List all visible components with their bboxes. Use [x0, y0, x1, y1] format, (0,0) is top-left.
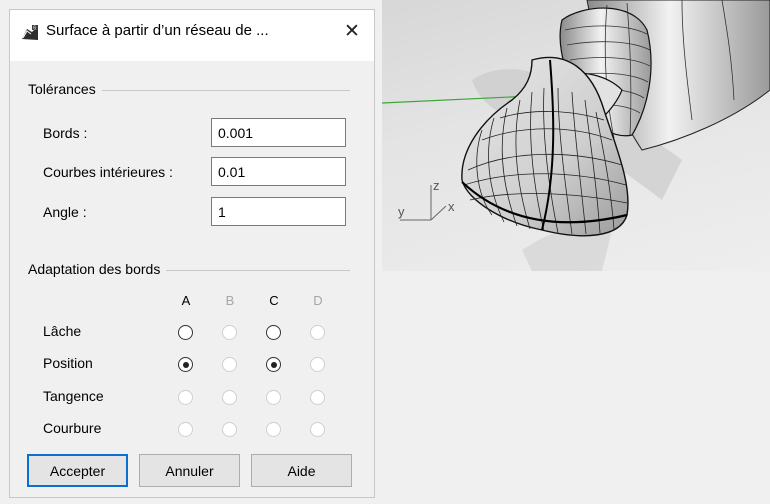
angle-label: Angle :	[43, 204, 87, 220]
tangency-radio-a	[178, 390, 193, 405]
curvature-radio-c	[266, 422, 281, 437]
loose-radio-a[interactable]	[178, 325, 193, 340]
tangency-radio-b	[222, 390, 237, 405]
column-a-header: A	[181, 293, 191, 308]
loose-radio-c[interactable]	[266, 325, 281, 340]
axis-z-label: z	[433, 178, 440, 193]
curvature-radio-b	[222, 422, 237, 437]
edges-label: Bords :	[43, 125, 88, 141]
loose-radio-d	[310, 325, 325, 340]
help-button[interactable]: Aide	[251, 454, 352, 487]
column-b-header: B	[225, 293, 235, 308]
tangency-radio-c	[266, 390, 281, 405]
tolerances-title: Tolérances	[28, 81, 102, 97]
viewport-3d[interactable]: z x y	[382, 0, 770, 271]
interior-curves-tolerance-input[interactable]	[211, 157, 346, 186]
axis-y-label: y	[398, 204, 405, 219]
dialog-body: Tolérances Bords : Courbes intérieures :…	[10, 61, 374, 497]
angle-tolerance-input[interactable]	[211, 197, 346, 226]
rendered-model: z x y	[382, 0, 770, 271]
position-radio-a[interactable]	[178, 357, 193, 372]
curvature-radio-d	[310, 422, 325, 437]
rhino-surface-icon: 6	[21, 24, 39, 42]
edges-tolerance-input[interactable]	[211, 118, 346, 147]
loose-label: Lâche	[43, 323, 82, 339]
cancel-button[interactable]: Annuler	[139, 454, 240, 487]
column-d-header: D	[313, 293, 323, 308]
title-bar[interactable]: 6 Surface à partir d’un réseau de ... ✕	[10, 10, 374, 53]
position-radio-b	[222, 357, 237, 372]
curvature-radio-a	[178, 422, 193, 437]
svg-text:6: 6	[33, 25, 36, 31]
curvature-label: Courbure	[43, 420, 102, 436]
position-label: Position	[43, 355, 93, 371]
accept-button[interactable]: Accepter	[27, 454, 128, 487]
edge-matching-title: Adaptation des bords	[28, 261, 167, 277]
tangency-label: Tangence	[43, 388, 104, 404]
loose-radio-b	[222, 325, 237, 340]
position-radio-c[interactable]	[266, 357, 281, 372]
position-radio-d	[310, 357, 325, 372]
interior-curves-label: Courbes intérieures :	[43, 164, 173, 180]
network-surface-dialog: 6 Surface à partir d’un réseau de ... ✕ …	[9, 9, 375, 498]
close-button[interactable]: ✕	[330, 10, 374, 53]
column-c-header: C	[269, 293, 279, 308]
dialog-title: Surface à partir d’un réseau de ...	[46, 22, 269, 39]
close-icon: ✕	[344, 21, 360, 42]
tangency-radio-d	[310, 390, 325, 405]
axis-x-label: x	[448, 199, 455, 214]
